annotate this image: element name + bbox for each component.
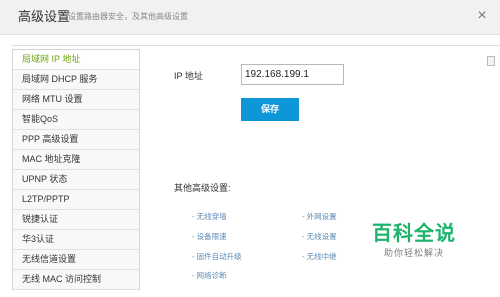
sidebar-item-mac-clone[interactable]: MAC 地址克隆 [13,150,139,170]
page-subtitle: 设置路由器安全，及其他高级设置 [68,12,188,21]
watermark: 百科全说 助你轻松解决 [364,222,464,260]
sidebar-nav: 局域网 IP 地址 局域网 DHCP 服务 网络 MTU 设置 智能QoS PP… [12,49,140,290]
link-wireless-wall[interactable]: - 无线穿墙 [192,212,227,222]
sidebar-item-ppp[interactable]: PPP 高级设置 [13,130,139,150]
link-device-speed-limit[interactable]: - 设备限速 [192,232,227,242]
ip-address-input[interactable] [241,64,344,85]
watermark-tagline: 助你轻松解决 [383,248,444,258]
link-wireless-settings[interactable]: - 无线设置 [302,232,337,242]
link-wireless-repeater[interactable]: - 无线中继 [302,252,337,262]
sidebar-item-upnp[interactable]: UPNP 状态 [13,170,139,190]
sidebar-item-mtu[interactable]: 网络 MTU 设置 [13,90,139,110]
sidebar-item-lan-dhcp[interactable]: 局域网 DHCP 服务 [13,70,139,90]
sidebar-item-ruijie-auth[interactable]: 锐捷认证 [13,210,139,230]
sidebar-item-wifi-channel[interactable]: 无线信道设置 [13,250,139,270]
link-wan-settings[interactable]: - 外网设置 [302,212,337,222]
sidebar-item-h3c-auth[interactable]: 华3认证 [13,230,139,250]
header-bar: 高级设置 设置路由器安全，及其他高级设置 × [0,0,500,35]
sidebar-item-l2tp-pptp[interactable]: L2TP/PPTP [13,190,139,210]
vertical-scrollbar[interactable] [486,55,496,295]
link-firmware-auto-upgrade[interactable]: - 固件自动升级 [192,252,242,262]
link-network-diagnosis[interactable]: - 网络诊断 [192,271,227,281]
save-button[interactable]: 保存 [241,98,299,121]
watermark-logo: 百科全说 [372,223,456,245]
close-icon[interactable]: × [474,8,490,24]
sidebar-item-wifi-mac-acl[interactable]: 无线 MAC 访问控制 [13,270,139,290]
sidebar-item-qos[interactable]: 智能QoS [13,110,139,130]
other-settings-title: 其他高级设置: [174,183,231,193]
scrollbar-thumb[interactable] [487,56,495,66]
page-title: 高级设置 [18,9,71,24]
sidebar-item-lan-ip[interactable]: 局域网 IP 地址 [13,50,139,70]
ip-address-label: IP 地址 [174,71,203,81]
